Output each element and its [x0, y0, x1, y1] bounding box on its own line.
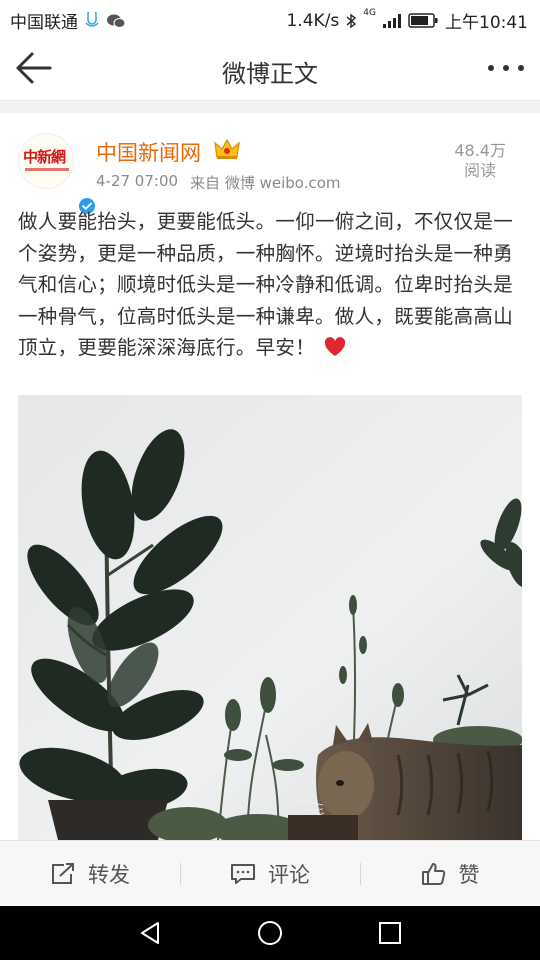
nav-bar: 微博正文 — [0, 36, 540, 101]
nav-home-icon[interactable] — [257, 920, 283, 946]
network-speed: 1.4K/s — [286, 10, 340, 31]
view-count-number: 48.4万 — [454, 141, 506, 160]
post-body: 做人要能抬头，更要能低头。一仰一俯之间，不仅仅是一个姿势，更是一种品质，一种胸怀… — [18, 210, 514, 359]
repost-button[interactable]: 转发 — [0, 841, 180, 907]
avatar-logo-text: 中新網 — [23, 148, 66, 166]
view-count: 48.4万 阅读 — [454, 141, 506, 181]
like-button[interactable]: 赞 — [360, 841, 540, 907]
post-source: 来自 微博 weibo.com — [190, 174, 341, 192]
post-timestamp: 4-27 07:00 — [96, 172, 179, 190]
like-label: 赞 — [458, 863, 480, 887]
post-text: 做人要能抬头，更要能低头。一仰一俯之间，不仅仅是一个姿势，更是一种品质，一种胸怀… — [18, 206, 522, 364]
post-meta: 4-27 07:00 来自 微博 weibo.com — [96, 172, 341, 193]
plants-and-cat-illustration — [18, 395, 522, 840]
post-image[interactable] — [18, 395, 522, 840]
comment-icon — [231, 864, 255, 884]
action-bar: 转发 评论 赞 — [0, 840, 540, 907]
nav-recent-icon[interactable] — [378, 921, 402, 945]
status-left: 中国联通 — [10, 8, 126, 33]
section-gap — [0, 101, 540, 113]
wechat-icon — [107, 14, 126, 28]
comment-label: 评论 — [268, 863, 310, 887]
user-name[interactable]: 中国新闻网 — [96, 137, 201, 167]
status-bar: 中国联通 1.4K/s 4G 上午10:41 — [0, 0, 540, 36]
post-header: 中新網 中国新闻网 4-27 07:00 来自 微博 weibo.com 48.… — [0, 113, 540, 216]
avatar[interactable]: 中新網 — [18, 133, 97, 216]
battery-icon — [408, 13, 438, 28]
hd-call-icon — [85, 11, 99, 27]
signal-icon — [383, 13, 401, 28]
more-icon[interactable] — [486, 58, 526, 78]
view-count-label: 阅读 — [464, 161, 497, 180]
like-icon — [421, 863, 445, 885]
comment-button[interactable]: 评论 — [180, 841, 360, 907]
nav-back-icon[interactable] — [138, 921, 162, 945]
repost-icon — [52, 863, 74, 884]
carrier-label: 中国联通 — [10, 13, 78, 33]
crown-icon[interactable] — [214, 137, 240, 161]
status-right: 1.4K/s 4G 上午10:41 — [286, 8, 528, 34]
heart-icon — [324, 337, 345, 356]
bluetooth-icon — [346, 13, 357, 28]
system-nav-bar — [0, 906, 540, 960]
clock: 上午10:41 — [445, 13, 528, 33]
repost-label: 转发 — [88, 863, 130, 887]
network-type: 4G — [363, 8, 376, 18]
avatar-logo-underline — [25, 168, 69, 171]
page-title: 微博正文 — [222, 60, 318, 88]
